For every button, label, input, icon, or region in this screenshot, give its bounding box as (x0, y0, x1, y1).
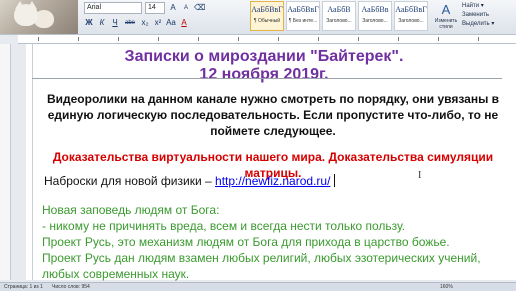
project-rus-line: Проект Русь, это механизм людям от Бога … (42, 235, 450, 249)
font-name-select[interactable]: Arial (84, 2, 142, 14)
newfiz-link[interactable]: http://newfiz.narod.ru/ (215, 174, 330, 188)
superscript-button[interactable]: x² (153, 18, 163, 28)
style-sample: АаБбВвГ (251, 5, 283, 14)
document-title: Записки о мироздании "Байтерек". (124, 48, 404, 65)
vertical-ruler[interactable] (0, 44, 11, 280)
document-page[interactable]: Записки о мироздании "Байтерек". 12 нояб… (26, 44, 516, 282)
word-count: Число слов: 954 (52, 284, 90, 290)
clear-format-icon[interactable]: ⌫ (194, 3, 205, 13)
editing-group: Найти ▾ Заменить Выделить ▾ (462, 2, 514, 29)
style-name: Заголово... (326, 18, 352, 24)
page-count: Страница: 1 из 1 (4, 284, 43, 290)
green-text-block: Новая заповедь людям от Бога: - никому н… (42, 202, 508, 282)
style-name: Заголово... (398, 18, 424, 24)
style-name: ¶ Без инте... (288, 18, 318, 24)
mouse-ibeam-icon: I (418, 170, 422, 181)
styles-gallery: АаБбВвГ ¶ Обычный АаБбВвГ ¶ Без инте... … (250, 1, 428, 31)
change-styles-icon: A (441, 2, 451, 17)
style-no-spacing[interactable]: АаБбВвГ ¶ Без инте... (286, 1, 320, 31)
italic-button[interactable]: К (97, 18, 107, 28)
commandment-text: - никому не причинять вреда, всем и всег… (42, 219, 406, 233)
text-cursor (334, 174, 336, 187)
commandment-heading: Новая заповедь людям от Бога: (42, 203, 220, 217)
kitten-image (14, 4, 38, 26)
link-prefix: Наброски для новой физики – (44, 174, 216, 188)
style-name: Заголово... (362, 18, 388, 24)
style-sample: АаБбВвГ (395, 5, 427, 14)
font-size-select[interactable]: 14 (145, 2, 165, 14)
ribbon: Arial 14 A A ⌫ Ж К Ч abe x₂ x² Aa A АаБб… (0, 0, 516, 35)
document-date: 12 ноября 2019г. (199, 66, 329, 83)
style-name: ¶ Обычный (253, 18, 281, 24)
zoom-level[interactable]: 160% (440, 284, 453, 290)
style-sample: АаБбВв (361, 5, 389, 14)
change-styles-button[interactable]: A Изменить стили (432, 2, 460, 32)
select-button[interactable]: Выделить ▾ (462, 20, 514, 29)
font-color-button[interactable]: A (179, 18, 189, 28)
grow-font-icon[interactable]: A (168, 3, 178, 13)
replace-button[interactable]: Заменить (462, 11, 514, 20)
horizontal-ruler[interactable] (18, 35, 516, 44)
font-group: Arial 14 A A ⌫ Ж К Ч abe x₂ x² Aa A (84, 2, 246, 32)
style-sample: АаБбВвГ (287, 5, 319, 14)
project-rus-line-2: Проект Русь дан людям взамен любых религ… (42, 251, 481, 281)
shrink-font-icon[interactable]: A (181, 3, 191, 13)
bold-button[interactable]: Ж (84, 18, 94, 28)
strikethrough-button[interactable]: abe (123, 18, 137, 28)
underline-button[interactable]: Ч (110, 18, 120, 28)
subscript-button[interactable]: x₂ (140, 18, 150, 28)
webcam-thumbnail (0, 0, 78, 34)
style-heading-1[interactable]: АаБбВ Заголово... (322, 1, 356, 31)
style-heading-3[interactable]: АаБбВвГ Заголово... (394, 1, 428, 31)
change-styles-label: Изменить стили (434, 18, 458, 30)
style-sample: АаБбВ (327, 5, 351, 14)
physics-link-line: Наброски для новой физики – http://newfi… (44, 174, 336, 188)
find-button[interactable]: Найти ▾ (462, 2, 514, 11)
change-case-button[interactable]: Aa (166, 18, 176, 28)
intro-paragraph: Видеоролики на данном канале нужно смотр… (46, 92, 500, 138)
style-normal[interactable]: АаБбВвГ ¶ Обычный (250, 1, 284, 31)
table-border (32, 78, 502, 79)
style-heading-2[interactable]: АаБбВв Заголово... (358, 1, 392, 31)
